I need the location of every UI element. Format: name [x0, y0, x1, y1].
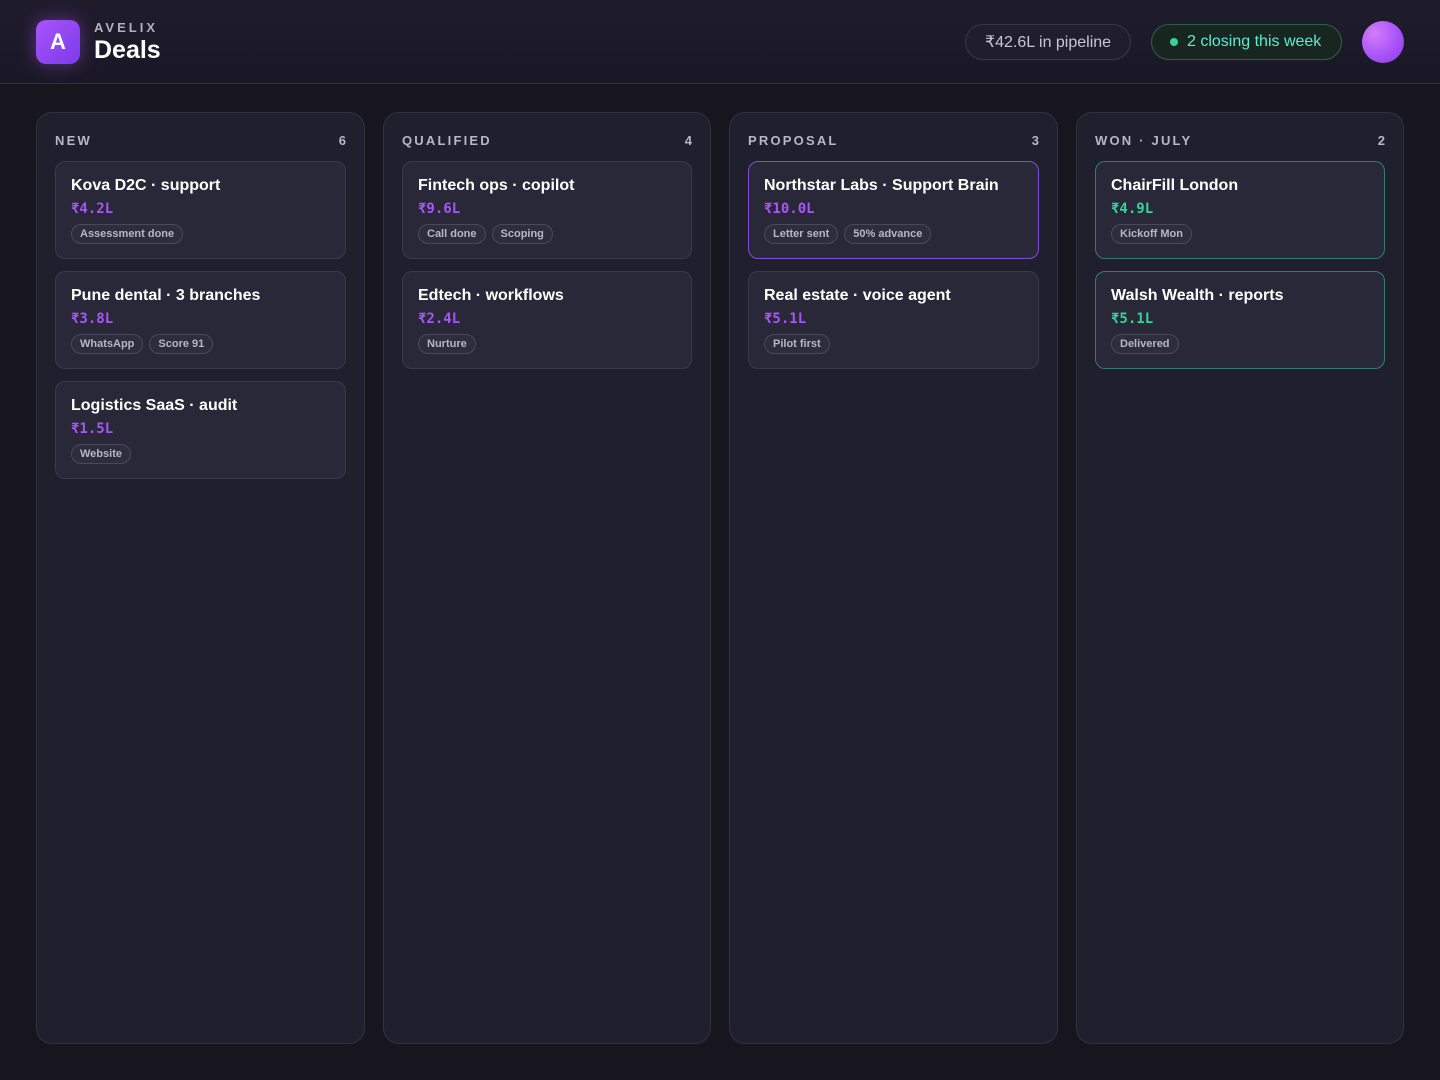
deal-tags: Kickoff Mon [1111, 224, 1192, 244]
column-header: QUALIFIED 4 [402, 133, 692, 148]
brand-name: AVELIX [94, 20, 158, 35]
user-avatar[interactable] [1362, 21, 1404, 63]
deal-tag: Website [71, 444, 131, 464]
closing-this-week-label: 2 closing this week [1187, 33, 1322, 50]
deal-title: Walsh Wealth · reports [1111, 287, 1284, 304]
column-header: WON · JULY 2 [1095, 133, 1385, 148]
deal-card-won[interactable]: ChairFill London ₹4.9L Kickoff Mon [1095, 161, 1385, 259]
deal-title: ChairFill London [1111, 177, 1239, 194]
column-new: NEW 6 Kova D2C · support ₹4.2L Assessmen… [36, 112, 365, 1044]
column-count: 6 [338, 133, 346, 148]
deal-tag: 50% advance [844, 224, 932, 244]
column-header: PROPOSAL 3 [748, 133, 1039, 148]
deal-tags: Assessment done [71, 224, 184, 244]
deal-tag: Kickoff Mon [1111, 224, 1192, 244]
deal-card-highlighted[interactable]: Northstar Labs · Support Brain ₹10.0L Le… [748, 161, 1039, 259]
deal-card[interactable]: Pune dental · 3 branches ₹3.8L WhatsApp … [55, 271, 346, 369]
column-count: 2 [1377, 133, 1385, 148]
column-title: PROPOSAL [748, 133, 839, 148]
deal-tag: WhatsApp [71, 334, 144, 354]
deal-tags: WhatsApp Score 91 [71, 334, 214, 354]
deal-tag: Call done [418, 224, 486, 244]
deal-card[interactable]: Logistics SaaS · audit ₹1.5L Website [55, 381, 346, 479]
deal-amount: ₹1.5L [71, 421, 114, 437]
deal-title: Logistics SaaS · audit [71, 397, 238, 414]
deal-card-won[interactable]: Walsh Wealth · reports ₹5.1L Delivered [1095, 271, 1385, 369]
closing-this-week-badge[interactable]: 2 closing this week [1151, 24, 1342, 60]
column-count: 4 [684, 133, 692, 148]
column-header: NEW 6 [55, 133, 346, 148]
deal-title: Fintech ops · copilot [418, 177, 575, 194]
deal-card[interactable]: Edtech · workflows ₹2.4L Nurture [402, 271, 692, 369]
column-qualified: QUALIFIED 4 Fintech ops · copilot ₹9.6L … [383, 112, 711, 1044]
top-bar: A AVELIX Deals ₹42.6L in pipeline 2 clos… [0, 0, 1440, 84]
deal-card[interactable]: Fintech ops · copilot ₹9.6L Call done Sc… [402, 161, 692, 259]
page-title: Deals [94, 36, 161, 64]
deal-title: Kova D2C · support [71, 177, 221, 194]
deal-title: Edtech · workflows [418, 287, 564, 304]
deal-tags: Website [71, 444, 131, 464]
deals-board: NEW 6 Kova D2C · support ₹4.2L Assessmen… [36, 112, 1404, 1044]
deal-tag: Score 91 [149, 334, 214, 354]
column-title: NEW [55, 133, 92, 148]
column-proposal: PROPOSAL 3 Northstar Labs · Support Brai… [729, 112, 1058, 1044]
deal-amount: ₹4.2L [71, 201, 114, 217]
deal-amount: ₹10.0L [764, 201, 815, 217]
deal-tag: Letter sent [764, 224, 839, 244]
deal-tag: Assessment done [71, 224, 184, 244]
deal-amount: ₹5.1L [764, 311, 807, 327]
deal-amount: ₹4.9L [1111, 201, 1154, 217]
pipeline-total-label: ₹42.6L in pipeline [984, 34, 1112, 51]
deal-tags: Nurture [418, 334, 476, 354]
deal-tags: Call done Scoping [418, 224, 553, 244]
pipeline-total-badge[interactable]: ₹42.6L in pipeline [965, 24, 1131, 60]
deal-amount: ₹3.8L [71, 311, 114, 327]
deal-title: Real estate · voice agent [764, 287, 951, 304]
status-dot-icon [1170, 38, 1178, 46]
deal-tag: Nurture [418, 334, 476, 354]
deal-amount: ₹5.1L [1111, 311, 1154, 327]
deal-tag: Delivered [1111, 334, 1179, 354]
deal-tags: Delivered [1111, 334, 1179, 354]
deal-tag: Pilot first [764, 334, 830, 354]
column-count: 3 [1031, 133, 1039, 148]
deal-amount: ₹2.4L [418, 311, 461, 327]
column-title: WON · JULY [1095, 133, 1193, 148]
deal-tags: Letter sent 50% advance [764, 224, 932, 244]
deal-tags: Pilot first [764, 334, 830, 354]
deal-title: Northstar Labs · Support Brain [764, 177, 999, 194]
deal-card[interactable]: Real estate · voice agent ₹5.1L Pilot fi… [748, 271, 1039, 369]
column-title: QUALIFIED [402, 133, 492, 148]
deal-card[interactable]: Kova D2C · support ₹4.2L Assessment done [55, 161, 346, 259]
deal-tag: Scoping [491, 224, 553, 244]
column-won-july: WON · JULY 2 ChairFill London ₹4.9L Kick… [1076, 112, 1404, 1044]
app-logo[interactable]: A [36, 20, 80, 64]
deal-amount: ₹9.6L [418, 201, 461, 217]
deal-title: Pune dental · 3 branches [71, 287, 261, 304]
